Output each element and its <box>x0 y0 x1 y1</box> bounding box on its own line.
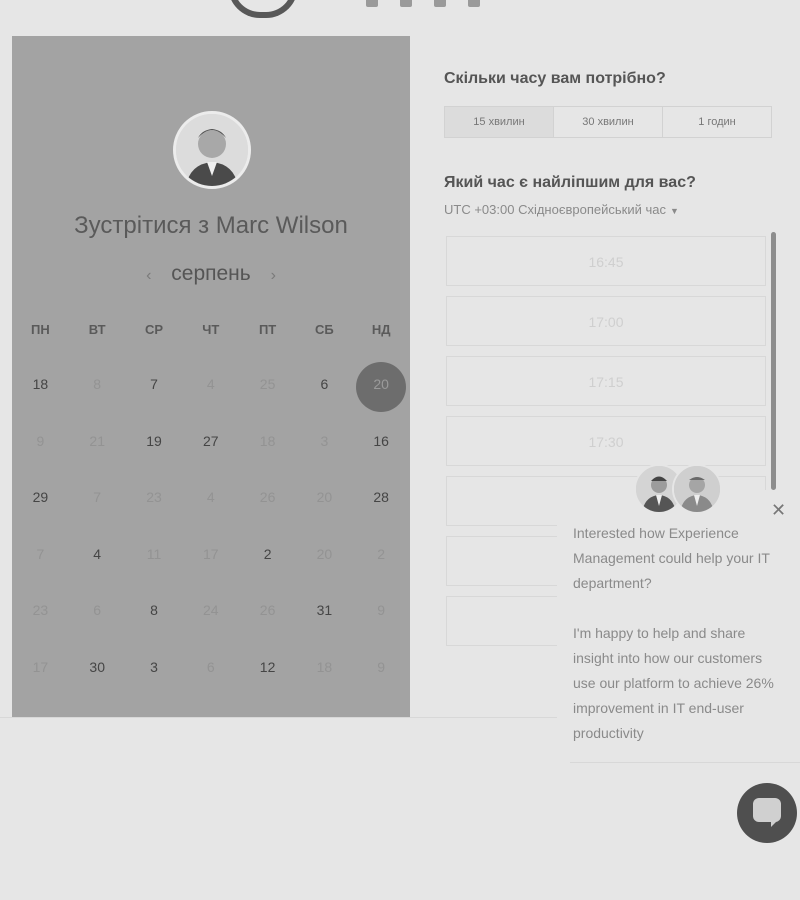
weekday-label: СР <box>144 322 164 337</box>
weekday-label: ПТ <box>258 322 277 337</box>
next-month-button[interactable]: › <box>257 267 290 284</box>
calendar-week: 23 6 8 24 26 31 9 <box>12 599 410 649</box>
calendar-day: 18 <box>316 658 333 675</box>
popup-message-line: I'm happy to help and share insight into… <box>573 625 774 741</box>
prev-month-button[interactable]: ‹ <box>132 267 165 284</box>
calendar-day[interactable]: 3 <box>126 656 183 706</box>
agent-avatars <box>634 464 724 516</box>
calendar-day: 20 <box>316 545 333 562</box>
weekday-label: ВТ <box>88 322 106 337</box>
popup-message-line: Interested how Experience Management cou… <box>573 525 770 591</box>
calendar-week: 9 21 19 27 18 3 16 <box>12 430 410 480</box>
popup-message: Interested how Experience Management cou… <box>573 521 783 771</box>
duration-question: Скільки часу вам потрібно? <box>444 70 666 87</box>
meeting-title: Зустрітися з Marc Wilson <box>74 212 348 239</box>
calendar-day: 18 <box>259 432 276 449</box>
calendar-panel: Зустрітися з Marc Wilson ‹ серпень › ПН … <box>12 36 410 717</box>
calendar-day[interactable]: 6 <box>296 373 353 423</box>
calendar-week: 18 8 7 4 25 6 20 <box>12 362 410 423</box>
calendar-day: 21 <box>89 432 105 449</box>
timezone-selector[interactable]: UTC +03:00 Східноєвропейський час ▼ <box>444 202 679 217</box>
calendar-day[interactable]: 16 <box>353 430 410 480</box>
calendar-day-selected[interactable]: 20 <box>353 362 410 423</box>
weekday-header: ПН ВТ СР ЧТ ПТ СБ НД <box>12 322 410 337</box>
time-slot[interactable]: 17:00 <box>446 296 766 346</box>
duration-option-15[interactable]: 15 хвилин <box>445 107 554 137</box>
calendar-day: 6 <box>93 602 102 618</box>
calendar-day: 17 <box>203 545 219 562</box>
calendar-day: 7 <box>93 489 102 505</box>
calendar-day: 6 <box>206 658 215 675</box>
calendar-day[interactable]: 19 <box>126 430 183 480</box>
calendar-day[interactable]: 30 <box>69 656 126 706</box>
calendar-week: 29 7 23 4 26 20 28 <box>12 486 410 536</box>
weekday-label: ПН <box>31 322 50 337</box>
calendar-day[interactable]: 31 <box>296 599 353 649</box>
calendar-day: 2 <box>377 545 386 562</box>
calendar-day: 9 <box>377 658 386 675</box>
calendar-day[interactable]: 29 <box>12 486 69 536</box>
calendar-week: 17 30 3 6 12 18 9 <box>12 656 410 706</box>
time-question: Який час є найліпшим для вас? <box>444 174 696 191</box>
month-navigation: ‹ серпень › <box>12 262 410 286</box>
calendar-day[interactable]: 12 <box>239 656 296 706</box>
calendar-day: 8 <box>93 376 102 392</box>
month-label: серпень <box>171 262 251 285</box>
calendar-day: 9 <box>377 602 386 618</box>
host-avatar <box>173 111 251 189</box>
calendar-day: 23 <box>146 489 162 505</box>
logo-icon <box>228 0 298 18</box>
time-slot[interactable]: 17:30 <box>446 416 766 466</box>
calendar-day: 17 <box>32 658 49 675</box>
calendar-day: 20 <box>316 489 333 505</box>
calendar-day: 3 <box>320 432 329 449</box>
time-slot[interactable]: 17:15 <box>446 356 766 406</box>
popup-divider <box>570 762 800 763</box>
calendar-day: 11 <box>146 545 162 562</box>
calendar-day: 4 <box>206 489 215 505</box>
time-slot[interactable]: 16:45 <box>446 236 766 286</box>
calendar-day[interactable]: 28 <box>353 486 410 536</box>
duration-selector: 15 хвилин 30 хвилин 1 годин <box>444 106 772 138</box>
calendar-day: 24 <box>203 602 219 618</box>
calendar-day: 26 <box>259 602 276 618</box>
close-icon[interactable]: ✕ <box>771 500 786 521</box>
calendar-day[interactable]: 18 <box>12 373 69 423</box>
calendar-day[interactable]: 2 <box>239 543 296 593</box>
calendar-day[interactable]: 7 <box>126 373 183 423</box>
chat-launcher-button[interactable] <box>737 783 797 843</box>
duration-option-60[interactable]: 1 годин <box>663 107 771 137</box>
calendar-day[interactable]: 4 <box>69 543 126 593</box>
weekday-label: ЧТ <box>202 322 220 337</box>
agent-avatar <box>672 464 722 514</box>
calendar-day: 9 <box>36 432 45 449</box>
calendar-day[interactable]: 8 <box>126 599 183 649</box>
divider <box>0 717 560 718</box>
calendar-week: 7 4 11 17 2 20 2 <box>12 543 410 593</box>
duration-option-30[interactable]: 30 хвилин <box>554 107 663 137</box>
weekday-label: НД <box>371 322 391 337</box>
time-slot-scrollbar[interactable] <box>771 232 776 490</box>
calendar-day: 23 <box>32 602 49 618</box>
weekday-label: СБ <box>315 322 334 337</box>
logo-text-fragment <box>366 0 506 8</box>
calendar-day: 26 <box>259 489 276 505</box>
caret-down-icon: ▼ <box>669 206 679 216</box>
calendar-day: 4 <box>206 376 215 392</box>
calendar-day: 7 <box>36 545 45 562</box>
calendar-day: 25 <box>259 376 276 392</box>
calendar-day[interactable]: 27 <box>182 430 239 480</box>
timezone-label: UTC +03:00 Східноєвропейський час <box>444 202 666 217</box>
